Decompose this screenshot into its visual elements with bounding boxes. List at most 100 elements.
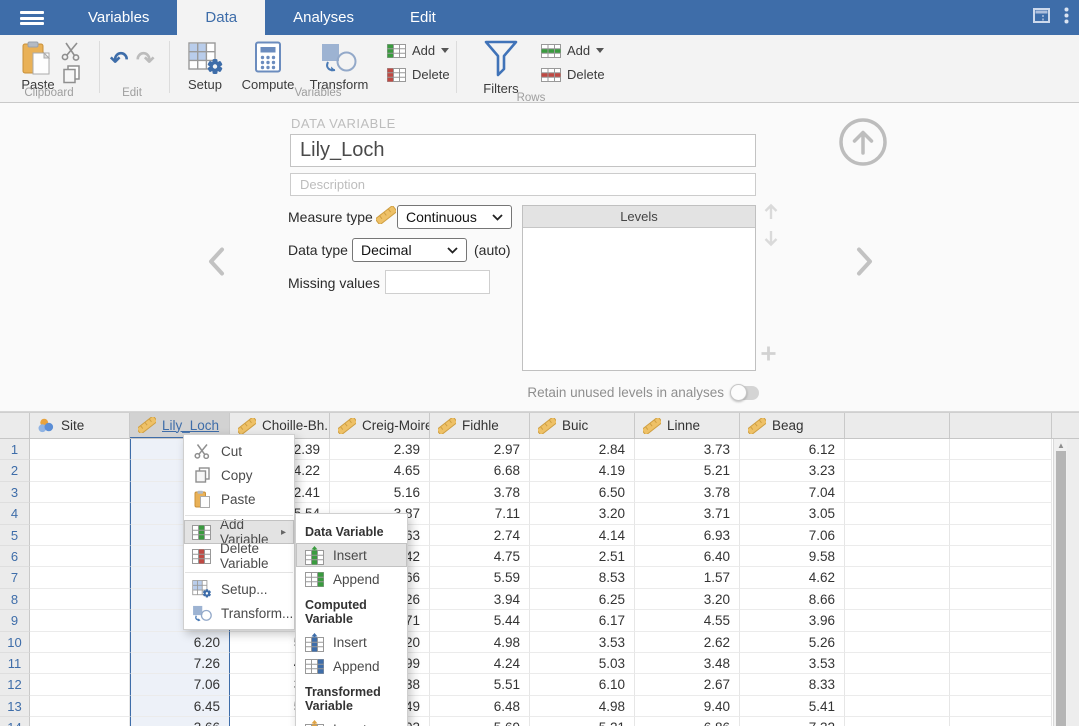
- grid-cell[interactable]: [950, 460, 1052, 481]
- row-number[interactable]: 10: [0, 632, 30, 653]
- grid-cell[interactable]: [950, 653, 1052, 674]
- redo-icon[interactable]: ↷: [136, 47, 154, 73]
- grid-cell[interactable]: [845, 696, 950, 717]
- grid-cell[interactable]: 3.71: [635, 503, 740, 524]
- tab-edit[interactable]: Edit: [382, 0, 464, 35]
- grid-cell[interactable]: 2.39: [330, 439, 430, 460]
- paste-button[interactable]: [22, 41, 53, 81]
- grid-cell[interactable]: 8.33: [740, 674, 845, 695]
- submenu-item-computed-variable-append[interactable]: Append: [296, 654, 407, 678]
- grid-cell[interactable]: 3.53: [530, 632, 635, 653]
- grid-cell[interactable]: 7.11: [430, 503, 530, 524]
- grid-cell[interactable]: 4.55: [635, 610, 740, 631]
- row-number[interactable]: 13: [0, 696, 30, 717]
- grid-cell[interactable]: 4.62: [740, 567, 845, 588]
- row-number[interactable]: 12: [0, 674, 30, 695]
- grid-cell[interactable]: 3.53: [740, 653, 845, 674]
- grid-cell[interactable]: [845, 482, 950, 503]
- grid-cell[interactable]: 2.62: [635, 632, 740, 653]
- grid-cell[interactable]: [845, 653, 950, 674]
- grid-cell[interactable]: 2.97: [430, 439, 530, 460]
- grid-cell[interactable]: 2.84: [530, 439, 635, 460]
- grid-cell[interactable]: 6.86: [635, 717, 740, 726]
- grid-cell[interactable]: 6.50: [530, 482, 635, 503]
- grid-cell[interactable]: 5.21: [530, 717, 635, 726]
- column-header-Creig-Moire[interactable]: Creig-Moire: [330, 413, 430, 438]
- grid-cell[interactable]: [30, 589, 130, 610]
- grid-cell[interactable]: 6.45: [130, 696, 230, 717]
- grid-cell[interactable]: 4.75: [430, 546, 530, 567]
- undo-icon[interactable]: ↶: [110, 47, 128, 73]
- row-number[interactable]: 8: [0, 589, 30, 610]
- setup-button[interactable]: [188, 42, 224, 80]
- data-type-select[interactable]: Decimal: [352, 238, 467, 262]
- submenu-item-transformed-variable-insert[interactable]: Insert: [296, 717, 407, 726]
- grid-cell[interactable]: 6.20: [130, 632, 230, 653]
- column-header-Buic[interactable]: Buic: [530, 413, 635, 438]
- grid-cell[interactable]: 5.03: [530, 653, 635, 674]
- previous-variable-icon[interactable]: [208, 247, 225, 281]
- grid-cell[interactable]: 4.65: [330, 460, 430, 481]
- move-level-down-icon[interactable]: [763, 229, 779, 252]
- row-number[interactable]: 7: [0, 567, 30, 588]
- kebab-menu-icon[interactable]: [1064, 7, 1069, 29]
- grid-cell[interactable]: 4.14: [530, 525, 635, 546]
- grid-cell[interactable]: [950, 674, 1052, 695]
- grid-cell[interactable]: 3.20: [635, 589, 740, 610]
- row-number[interactable]: 4: [0, 503, 30, 524]
- column-header-Fidhle[interactable]: Fidhle: [430, 413, 530, 438]
- grid-cell[interactable]: [845, 439, 950, 460]
- scrollbar-thumb[interactable]: [1056, 451, 1066, 726]
- grid-cell[interactable]: [30, 525, 130, 546]
- grid-cell[interactable]: 6.17: [530, 610, 635, 631]
- grid-cell[interactable]: 2.51: [530, 546, 635, 567]
- grid-cell[interactable]: 5.41: [740, 696, 845, 717]
- grid-cell[interactable]: 3.78: [430, 482, 530, 503]
- grid-cell[interactable]: 4.98: [530, 696, 635, 717]
- grid-cell[interactable]: [845, 610, 950, 631]
- grid-cell[interactable]: 3.94: [430, 589, 530, 610]
- grid-cell[interactable]: [950, 567, 1052, 588]
- grid-cell[interactable]: 4.98: [430, 632, 530, 653]
- grid-cell[interactable]: [845, 674, 950, 695]
- grid-cell[interactable]: [30, 567, 130, 588]
- grid-cell[interactable]: 7.06: [740, 525, 845, 546]
- row-number[interactable]: 11: [0, 653, 30, 674]
- grid-cell[interactable]: 7.06: [130, 674, 230, 695]
- grid-cell[interactable]: [950, 546, 1052, 567]
- grid-cell[interactable]: [30, 674, 130, 695]
- menu-item-delete-variable[interactable]: Delete Variable: [184, 544, 294, 568]
- grid-cell[interactable]: [30, 653, 130, 674]
- grid-cell[interactable]: 6.12: [740, 439, 845, 460]
- retain-levels-toggle[interactable]: [732, 386, 759, 400]
- move-level-up-icon[interactable]: [763, 203, 779, 226]
- grid-corner-cell[interactable]: [0, 413, 30, 438]
- transform-button[interactable]: [320, 43, 357, 78]
- grid-cell[interactable]: 3.78: [635, 482, 740, 503]
- copy-icon[interactable]: [63, 65, 80, 89]
- grid-cell[interactable]: [950, 632, 1052, 653]
- add-row-button[interactable]: Add: [541, 43, 604, 58]
- variable-description-input[interactable]: [290, 173, 756, 196]
- grid-cell[interactable]: 3.48: [635, 653, 740, 674]
- add-level-icon[interactable]: [760, 345, 777, 367]
- delete-row-button[interactable]: Delete: [541, 67, 605, 82]
- grid-cell[interactable]: [950, 610, 1052, 631]
- grid-cell[interactable]: 2.67: [635, 674, 740, 695]
- menu-item-paste[interactable]: Paste: [184, 487, 294, 511]
- cut-icon[interactable]: [61, 41, 83, 66]
- grid-cell[interactable]: 3.96: [740, 610, 845, 631]
- missing-values-input[interactable]: [385, 270, 490, 294]
- column-header-Site[interactable]: Site: [30, 413, 130, 438]
- grid-cell[interactable]: 6.10: [530, 674, 635, 695]
- submenu-item-data-variable-insert[interactable]: Insert: [296, 543, 407, 567]
- grid-cell[interactable]: [845, 632, 950, 653]
- compute-button[interactable]: [254, 41, 282, 78]
- submenu-item-computed-variable-insert[interactable]: Insert: [296, 630, 407, 654]
- next-variable-icon[interactable]: [856, 247, 873, 281]
- vertical-scrollbar[interactable]: ▲: [1053, 439, 1067, 726]
- row-number[interactable]: 9: [0, 610, 30, 631]
- grid-cell[interactable]: [950, 525, 1052, 546]
- grid-cell[interactable]: 3.73: [635, 439, 740, 460]
- grid-cell[interactable]: 9.40: [635, 696, 740, 717]
